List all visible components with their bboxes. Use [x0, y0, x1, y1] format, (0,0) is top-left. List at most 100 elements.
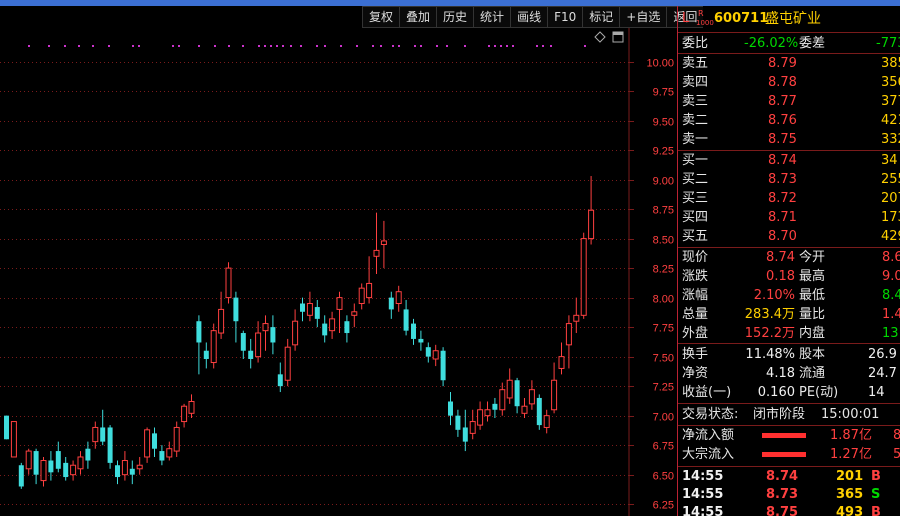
candle [492, 397, 498, 419]
bid-label: 买三 [682, 191, 709, 206]
candle [188, 394, 195, 419]
candle-body [48, 460, 54, 473]
toolbar: 复权 叠加 历史 统计 画线 F10 标记 +自选 返回 [362, 6, 704, 28]
y-tick-label: 7.50 [653, 353, 674, 365]
diamond-icon[interactable] [594, 31, 606, 43]
toolbar-button-4[interactable]: 画线 [510, 6, 548, 28]
candle-body [173, 426, 180, 452]
bid-price: 8.72 [768, 191, 797, 206]
badge-bottom: 1000 [696, 19, 714, 27]
marker-dot [420, 45, 422, 47]
candle-body [203, 350, 209, 359]
candle-body [4, 415, 9, 440]
ask-volume: 377 [881, 94, 900, 109]
ask-volume: 356 [881, 75, 900, 90]
y-tick-label: 9.00 [653, 176, 674, 188]
candle [100, 409, 106, 446]
flow-value: 1.87亿 [830, 428, 872, 443]
fund-value-2: 14 [868, 385, 885, 400]
quote-value-2: 8.6 [882, 250, 900, 265]
quote-label: 总量 [682, 307, 709, 322]
candle-body [440, 350, 446, 381]
candle [63, 456, 69, 481]
candle [18, 462, 24, 489]
candle-body [329, 318, 336, 332]
quote-value: 283.4万 [744, 307, 795, 322]
candle [173, 421, 180, 457]
y-tick-label: 7.75 [653, 323, 674, 335]
bid-label: 买一 [682, 153, 709, 168]
divider [678, 53, 900, 54]
candle [55, 441, 61, 473]
tick-side: S [871, 487, 881, 502]
toolbar-button-7[interactable]: +自选 [619, 6, 667, 28]
candle-body [233, 297, 239, 322]
candle-body [188, 400, 195, 414]
candle-body [588, 209, 595, 240]
toolbar-button-5[interactable]: F10 [547, 6, 583, 28]
marker-dot [198, 45, 200, 47]
candle-body [536, 397, 542, 426]
toolbar-button-0[interactable]: 复权 [362, 6, 400, 28]
candle-body [373, 249, 380, 257]
candle-body [388, 297, 394, 310]
candle [351, 303, 358, 328]
candle-body [565, 323, 572, 346]
candle-body [129, 468, 135, 475]
marker-dot [436, 45, 438, 47]
divider [678, 466, 900, 467]
marker-dot [172, 45, 174, 47]
divider [678, 150, 900, 151]
candle [322, 315, 328, 343]
candle-body [432, 350, 439, 360]
candle-body [107, 427, 113, 463]
candle [203, 342, 209, 369]
candle [440, 347, 446, 387]
candle-body [366, 282, 373, 299]
candle-body [506, 379, 513, 399]
toolbar-button-2[interactable]: 历史 [436, 6, 474, 28]
divider [678, 425, 900, 426]
candle [462, 409, 468, 452]
candle [432, 344, 439, 367]
trade-status-value: 闭市阶段 [753, 407, 806, 422]
marker-dot [228, 45, 230, 47]
flow-label: 大宗流入 [682, 447, 735, 462]
trade-status-label: 交易状态: [682, 407, 739, 422]
candle-body [314, 307, 320, 319]
tick-row: 14:55 8.73 365 S [678, 486, 900, 504]
ask-row: 卖五 8.79 385 [678, 55, 900, 73]
toolbar-button-1[interactable]: 叠加 [399, 6, 437, 28]
quote-label-2: 内盘 [799, 326, 826, 341]
candle-body [255, 332, 262, 358]
candle-body [336, 297, 343, 310]
marker-dot [324, 45, 326, 47]
candle [233, 291, 239, 343]
marker-dot [282, 45, 284, 47]
order-diff-label: 委差 [799, 36, 826, 51]
candle-body [70, 464, 77, 476]
order-ratio-row: 委比 -26.02%委差 -773 [678, 35, 900, 53]
candle-body [18, 465, 24, 487]
candle-body [573, 314, 580, 322]
candle [448, 392, 453, 426]
candle-body [196, 321, 202, 343]
marker-dot [92, 45, 94, 47]
candle-body [85, 448, 91, 461]
candle [196, 315, 202, 375]
toolbar-button-3[interactable]: 统计 [473, 6, 511, 28]
candle-body [499, 389, 506, 411]
candle-body [284, 346, 291, 381]
y-tick-label: 8.00 [653, 294, 674, 306]
order-diff-value: -773 [876, 36, 900, 51]
bid-label: 买五 [682, 229, 709, 244]
candle-body [115, 465, 120, 478]
quote-panel: LR1000600711盛屯矿业委比 -26.02%委差 -773 卖五 8.79 385… [677, 6, 900, 516]
toolbar-button-6[interactable]: 标记 [582, 6, 620, 28]
kline-chart[interactable]: 10.00 9.75 9.50 9.25 9.00 8.75 8.50 8.25 8.00 7.7… [0, 28, 676, 516]
divider [678, 247, 900, 248]
candle [484, 401, 491, 422]
ask-volume: 332 [881, 132, 900, 147]
fund-label: 收益(一) [682, 385, 732, 400]
stock-code: 600711 [714, 11, 769, 26]
